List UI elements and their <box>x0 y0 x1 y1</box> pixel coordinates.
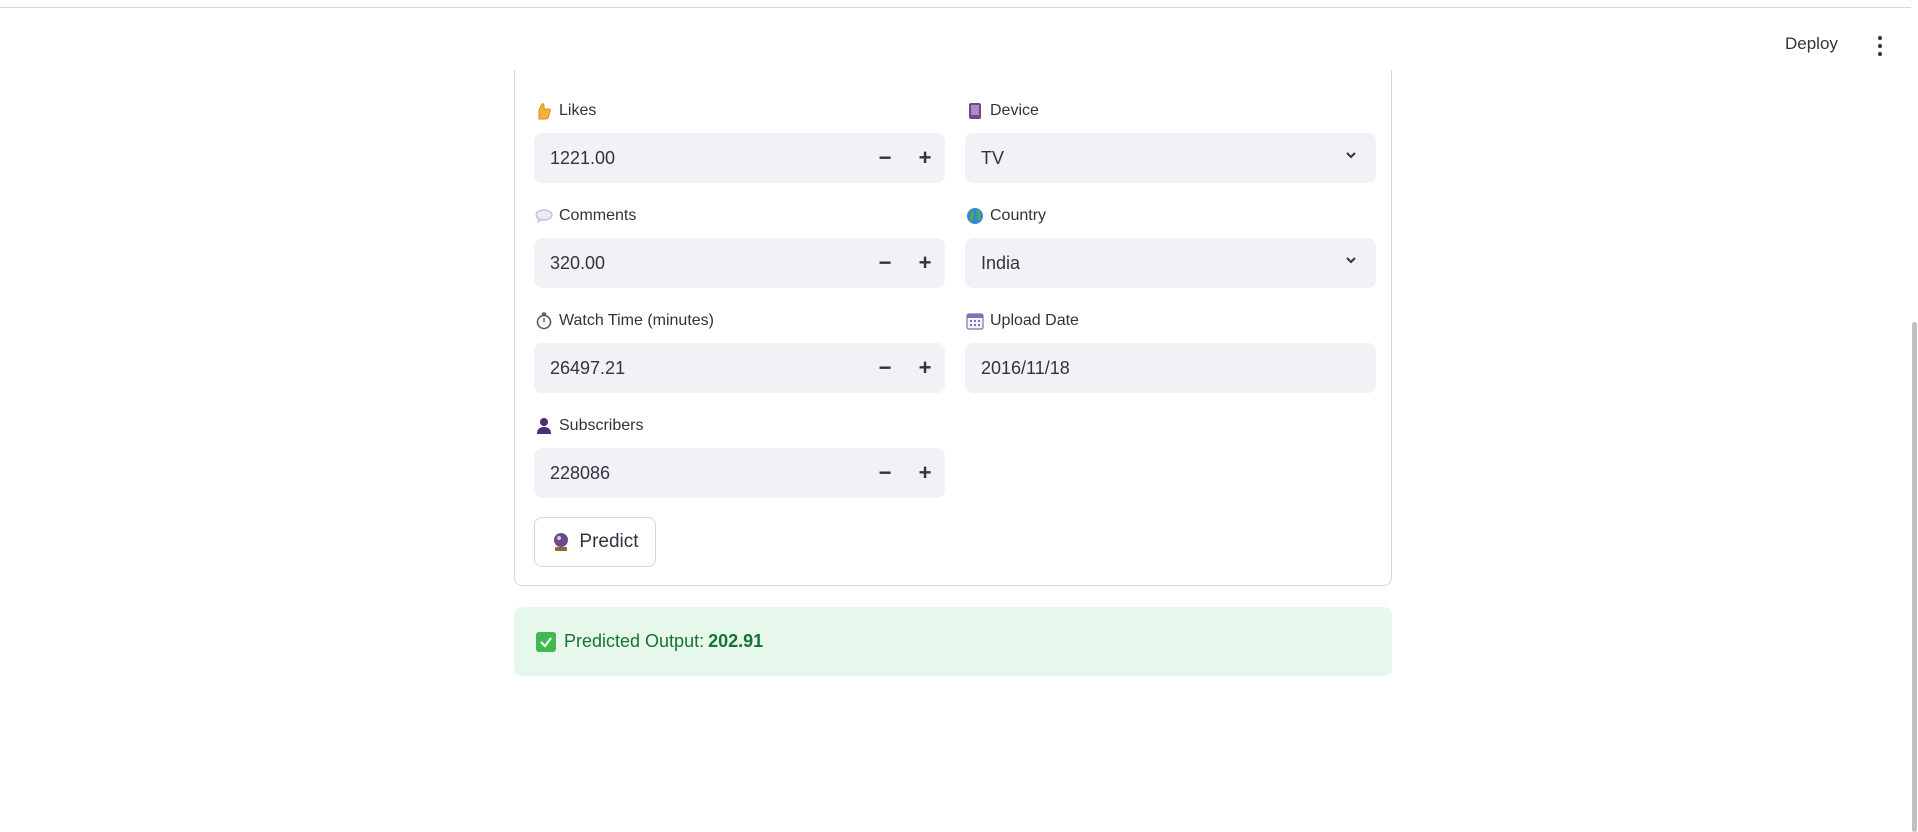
country-select[interactable]: India <box>965 238 1376 288</box>
watch-time-increment-button[interactable]: + <box>905 343 945 393</box>
upload-date-input[interactable]: 2016/11/18 <box>965 343 1376 393</box>
comments-input[interactable]: 320.00 − + <box>534 238 945 288</box>
watch-time-input[interactable]: 26497.21 − + <box>534 343 945 393</box>
result-value: 202.91 <box>708 631 764 651</box>
country-value[interactable]: India <box>981 253 1376 274</box>
subscribers-label: Subscribers <box>559 417 644 434</box>
result-label: Predicted Output: <box>564 631 705 651</box>
subscribers-field: Subscribers 228086 − + <box>534 415 945 498</box>
main-menu-icon[interactable] <box>1872 34 1888 58</box>
watch-time-decrement-button[interactable]: − <box>865 343 905 393</box>
comments-increment-button[interactable]: + <box>905 238 945 288</box>
likes-field: Likes 1221.00 − + <box>534 100 945 183</box>
top-header-border <box>0 0 1918 8</box>
crystal-ball-icon <box>551 532 571 552</box>
country-field: Country India <box>965 205 1376 288</box>
chevron-down-icon[interactable] <box>1346 150 1356 160</box>
upload-date-value[interactable]: 2016/11/18 <box>981 358 1376 379</box>
globe-icon <box>965 206 985 226</box>
upload-date-label: Upload Date <box>990 312 1079 329</box>
predict-button[interactable]: Predict <box>534 517 656 567</box>
scrollbar-thumb[interactable] <box>1912 322 1917 832</box>
subscribers-increment-button[interactable]: + <box>905 448 945 498</box>
phone-icon <box>965 101 985 121</box>
country-label: Country <box>990 207 1047 224</box>
deploy-button[interactable]: Deploy <box>1785 34 1838 54</box>
comments-decrement-button[interactable]: − <box>865 238 905 288</box>
thumbs-up-icon <box>534 101 554 121</box>
device-field: Device TV <box>965 100 1376 183</box>
comments-label: Comments <box>559 207 637 224</box>
device-value[interactable]: TV <box>981 148 1376 169</box>
person-icon <box>534 416 554 436</box>
calendar-icon <box>965 311 985 331</box>
check-icon <box>536 631 556 652</box>
prediction-result-alert: Predicted Output: 202.91 <box>514 607 1392 676</box>
speech-bubble-icon <box>534 206 554 226</box>
comments-field: Comments 320.00 − + <box>534 205 945 288</box>
device-select[interactable]: TV <box>965 133 1376 183</box>
prediction-form: Likes 1221.00 − + Device TV Comments 320… <box>514 70 1392 586</box>
chevron-down-icon[interactable] <box>1346 255 1356 265</box>
likes-label: Likes <box>559 102 597 119</box>
device-label: Device <box>990 102 1039 119</box>
predict-label[interactable]: Predict <box>579 531 638 553</box>
subscribers-input[interactable]: 228086 − + <box>534 448 945 498</box>
likes-input[interactable]: 1221.00 − + <box>534 133 945 183</box>
likes-decrement-button[interactable]: − <box>865 133 905 183</box>
likes-increment-button[interactable]: + <box>905 133 945 183</box>
watch-time-field: Watch Time (minutes) 26497.21 − + <box>534 310 945 393</box>
upload-date-field: Upload Date 2016/11/18 <box>965 310 1376 393</box>
subscribers-decrement-button[interactable]: − <box>865 448 905 498</box>
watch-time-label: Watch Time (minutes) <box>559 312 714 329</box>
stopwatch-icon <box>534 311 554 331</box>
